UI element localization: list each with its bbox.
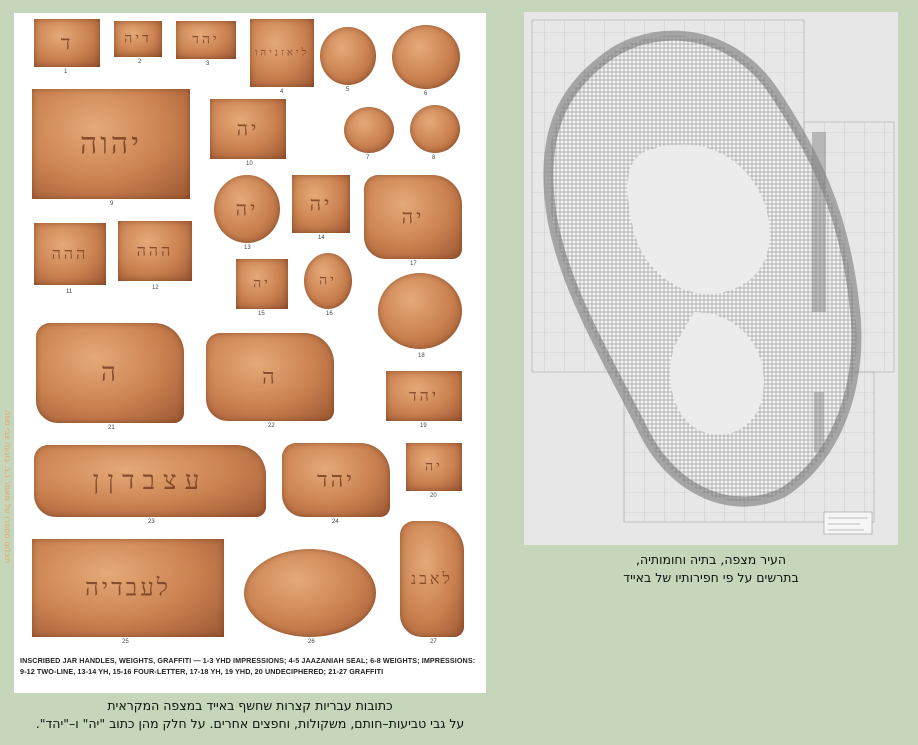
artifact-number: 19 (420, 423, 427, 429)
artifact-20: יה (406, 443, 462, 491)
city-plan-drawing (531, 19, 895, 535)
artifact-number: 10 (246, 161, 253, 167)
artifact-glyphs: יה (319, 272, 337, 289)
artifact-number: 15 (258, 311, 265, 317)
artifact-number: 1 (64, 69, 68, 75)
artifact-26 (244, 549, 376, 637)
city-plan (524, 12, 898, 545)
artifact-number: 22 (268, 423, 275, 429)
artifact-3: יהד (176, 21, 236, 59)
artifact-12: ההה (118, 221, 192, 281)
artifact-10: יה (210, 99, 286, 159)
artifact-21: ה (36, 323, 184, 423)
artifacts-caption-line-2: על גבי טביעות–חותם, משקולות, וחפצים אחרי… (35, 716, 465, 731)
artifact-number: 25 (122, 639, 129, 645)
artifact-15: יה (236, 259, 288, 309)
artifact-glyphs: יה (309, 191, 333, 216)
artifact-number: 17 (410, 261, 417, 267)
plate-caption: INSCRIBED JAR HANDLES, WEIGHTS, GRAFFITI… (20, 656, 476, 676)
artifact-number: 18 (418, 353, 425, 359)
artifact-glyphs: עצבדןן (92, 466, 208, 496)
artifact-1: ד (34, 19, 100, 67)
artifact-glyphs: ה (262, 365, 278, 390)
artifact-glyphs: ההה (51, 244, 89, 263)
artifact-9: יהוה (32, 89, 190, 199)
artifact-number: 4 (280, 89, 284, 95)
artifact-16: יה (304, 253, 352, 309)
artifact-glyphs: ה (101, 358, 119, 388)
artifact-number: 26 (308, 639, 315, 645)
artifact-8 (410, 105, 460, 153)
artifact-number: 2 (138, 59, 142, 65)
artifact-11: ההה (34, 223, 106, 285)
artifacts-caption: כתובות עבריות קצרות שחשף באייד במצפה המק… (0, 697, 500, 733)
artifact-number: 14 (318, 235, 325, 241)
artifact-glyphs: יהד (192, 31, 220, 48)
artifact-22: ה (206, 333, 334, 421)
artifact-glyphs: יה (425, 458, 443, 475)
artifact-number: 13 (244, 245, 251, 251)
artifact-number: 9 (110, 201, 114, 207)
artifact-number: 3 (206, 61, 210, 67)
artifacts-caption-line-1: כתובות עבריות קצרות שחשף באייד במצפה המק… (107, 698, 393, 713)
artifact-14: יה (292, 175, 350, 233)
artifact-13: יה (214, 175, 280, 243)
artifact-glyphs: לאבנ (411, 569, 453, 588)
artifact-number: 8 (432, 155, 436, 161)
artifact-number: 5 (346, 87, 350, 93)
artifact-plate: ד 1 דיה 2 יהד 3 ליאזניהו 4 5 6 יהוה 9 יה… (14, 13, 486, 693)
artifact-number: 23 (148, 519, 155, 525)
artifact-number: 11 (66, 289, 73, 295)
artifact-27: לאבנ (400, 521, 464, 637)
artifact-glyphs: יהד (316, 468, 355, 493)
artifact-24: יהד (282, 443, 390, 517)
artifact-number: 7 (366, 155, 370, 161)
artifact-glyphs: יה (253, 275, 271, 292)
artifact-glyphs: דיה (124, 30, 152, 47)
artifact-glyphs: לעבדיה (84, 573, 171, 602)
artifact-number: 6 (424, 91, 428, 97)
city-plan-caption-line-1: העיר מצפה, בתיה וחומותיה, (635, 552, 787, 567)
artifact-17: יה (364, 175, 462, 259)
artifact-7 (344, 107, 394, 153)
artifact-18 (378, 273, 462, 349)
artifact-glyphs: ההה (136, 241, 174, 260)
artifact-glyphs: יה (236, 116, 260, 141)
artifact-25: לעבדיה (32, 539, 224, 637)
artifact-glyphs: ד (60, 30, 74, 55)
artifact-2: דיה (114, 21, 162, 57)
artifact-5 (320, 27, 376, 85)
artifact-number: 24 (332, 519, 339, 525)
artifact-6 (392, 25, 460, 89)
artifact-19: יהד (386, 371, 462, 421)
city-plan-caption: העיר מצפה, בתיה וחומותיה, בתרשים על פי ח… (524, 551, 898, 587)
artifact-glyphs: יה (235, 196, 259, 221)
artifact-number: 21 (108, 425, 115, 431)
artifact-glyphs: ליאזניהו (254, 47, 310, 59)
artifact-number: 20 (430, 493, 437, 499)
artifact-number: 16 (326, 311, 333, 317)
artifact-glyphs: יהוה (79, 126, 143, 162)
artifact-glyphs: יהד (408, 386, 440, 405)
city-plan-caption-line-2: בתרשים על פי חפירותיו של באייד (623, 570, 799, 585)
artifact-glyphs: יה (401, 204, 425, 229)
photo-credit: תצלום מספרו של מאמר נ.ב. בוגעה צבי מפה (3, 410, 12, 564)
artifact-23: עצבדןן (34, 445, 266, 517)
artifact-4: ליאזניהו (250, 19, 314, 87)
artifact-number: 27 (430, 639, 437, 645)
artifact-number: 12 (152, 285, 159, 291)
